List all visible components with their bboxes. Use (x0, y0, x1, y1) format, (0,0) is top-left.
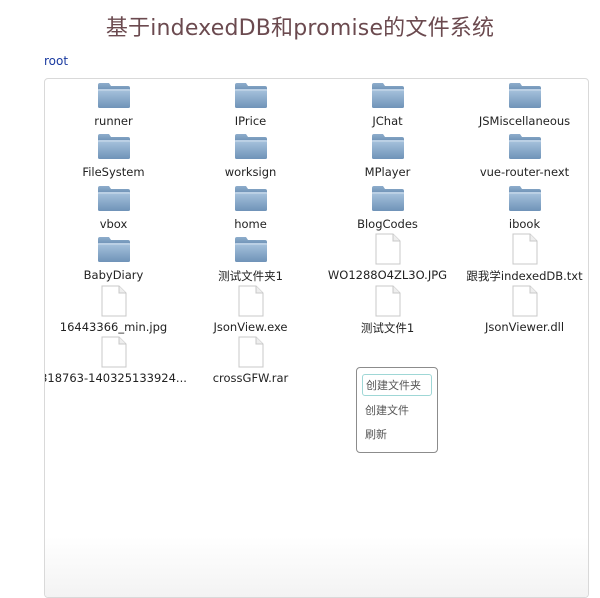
file-icon (374, 233, 402, 269)
item-label: ibook (508, 216, 541, 231)
folder-icon (508, 81, 542, 113)
item-label: 测试文件1 (360, 320, 415, 335)
folder-item[interactable]: BabyDiary (45, 235, 182, 286)
item-label: JSMiscellaneous (478, 114, 571, 128)
folder-icon (97, 184, 131, 216)
menu-item-create-file[interactable]: 创建文件 (362, 400, 432, 422)
item-label: BlogCodes (357, 216, 418, 231)
file-icon (237, 336, 265, 372)
file-icon (511, 285, 539, 321)
menu-item-refresh[interactable]: 刷新 (362, 424, 432, 446)
item-label: WO1288O4ZL3O.JPG (327, 268, 448, 283)
folder-item[interactable]: vue-router-next (456, 132, 588, 183)
folder-item[interactable]: worksign (182, 132, 319, 183)
folder-item[interactable]: 测试文件夹1 (182, 235, 319, 286)
item-label: 16443366_min.jpg (59, 319, 168, 334)
folder-item[interactable]: JChat (319, 81, 456, 132)
item-label: 测试文件夹1 (218, 269, 283, 284)
folder-icon (234, 81, 268, 113)
item-label: JsonView.exe (213, 319, 288, 334)
file-item[interactable]: 16443366_min.jpg (45, 285, 182, 338)
context-menu: 创建文件夹 创建文件 刷新 (356, 367, 438, 453)
folder-icon (371, 81, 405, 113)
folder-icon (508, 184, 542, 216)
file-item[interactable]: 测试文件1 (319, 285, 456, 338)
file-item[interactable]: 318763-140325133924... (45, 336, 187, 389)
folder-item[interactable]: FileSystem (45, 132, 182, 183)
item-label: MPlayer (364, 165, 411, 180)
item-label: FileSystem (82, 165, 145, 180)
folder-item[interactable]: vbox (45, 184, 182, 235)
file-panel[interactable]: runner IPrice JChat JSMiscellaneous FileSyst… (44, 78, 589, 598)
folder-item[interactable]: IPrice (182, 81, 319, 132)
folder-item[interactable]: MPlayer (319, 132, 456, 183)
item-label: BabyDiary (83, 268, 144, 283)
file-item[interactable]: WO1288O4ZL3O.JPG (319, 233, 456, 286)
folder-icon (234, 132, 268, 164)
folder-item[interactable]: home (182, 184, 319, 235)
item-label: worksign (224, 165, 277, 180)
item-label: crossGFW.rar (212, 370, 289, 385)
item-label: IPrice (234, 114, 267, 128)
folder-icon (234, 184, 268, 216)
folder-item[interactable]: ibook (456, 184, 588, 235)
file-icon (374, 285, 402, 321)
file-icon (100, 285, 128, 321)
folder-icon (371, 184, 405, 216)
file-icon (100, 336, 128, 372)
folder-icon (508, 132, 542, 164)
page-title: 基于indexedDB和promise的文件系统 (105, 16, 495, 41)
file-icon (511, 233, 539, 269)
item-label: JChat (372, 114, 403, 128)
file-icon (237, 285, 265, 321)
menu-item-create-folder[interactable]: 创建文件夹 (362, 374, 432, 396)
folder-icon (371, 132, 405, 164)
folder-item[interactable]: BlogCodes (319, 184, 456, 235)
folder-item[interactable]: JSMiscellaneous (456, 81, 588, 132)
item-label: JsonViewer.dll (484, 319, 565, 334)
folder-icon (234, 235, 268, 267)
item-label: vue-router-next (479, 165, 570, 180)
folder-icon (97, 235, 131, 267)
folder-icon (97, 132, 131, 164)
file-item[interactable]: JsonView.exe (182, 285, 319, 338)
file-item[interactable]: 跟我学indexedDB.txt (456, 233, 588, 286)
breadcrumb-root[interactable]: root (44, 54, 68, 68)
file-item[interactable]: crossGFW.rar (182, 336, 319, 389)
folder-icon (97, 81, 131, 113)
file-grid: runner IPrice JChat JSMiscellaneous FileSyst… (45, 81, 588, 389)
item-label: home (234, 216, 267, 231)
item-label: runner (94, 114, 133, 128)
folder-item[interactable]: runner (45, 81, 182, 132)
item-label: 跟我学indexedDB.txt (466, 269, 583, 284)
file-item[interactable]: JsonViewer.dll (456, 285, 588, 338)
item-label: vbox (99, 216, 128, 231)
item-label: 318763-140325133924... (44, 370, 187, 385)
panel-fade (45, 537, 588, 597)
